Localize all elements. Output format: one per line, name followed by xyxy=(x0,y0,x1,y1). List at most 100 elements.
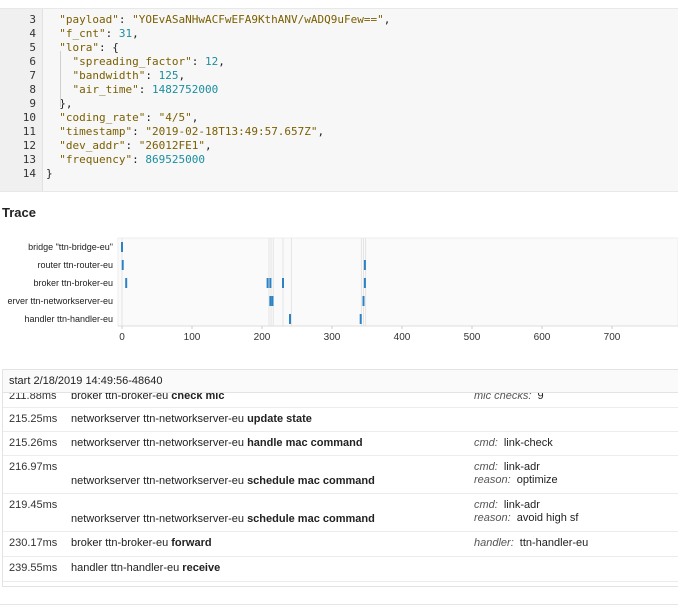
trace-event-mark xyxy=(269,278,272,288)
code-line: 12 "dev_addr": "26012FE1", xyxy=(0,139,678,153)
event-meta: handler: ttn-handler-eu xyxy=(474,537,588,549)
event-source: networkserver ttn-networkserver-eu xyxy=(71,513,248,525)
event-source: networkserver ttn-networkserver-eu xyxy=(71,436,248,449)
event-description: networkserver ttn-networkserver-eu handl… xyxy=(71,437,363,449)
trace-event-mark xyxy=(282,278,284,288)
event-row[interactable]: 215.26ms networkserver ttn-networkserver-… xyxy=(3,431,678,456)
x-tick-label: 100 xyxy=(184,332,201,343)
code-line: 11 "timestamp": "2019-02-18T13:49:57.657… xyxy=(0,125,678,139)
line-number: 12 xyxy=(22,139,36,152)
event-meta: mic checks: 9 xyxy=(474,393,544,402)
event-meta-value: ttn-handler-eu xyxy=(519,537,589,549)
code-line: 6 "spreading_factor": 12, xyxy=(0,55,678,69)
event-description: networkserver ttn-networkserver-eu sched… xyxy=(71,513,375,525)
event-meta: reason: optimize xyxy=(474,474,558,486)
code-text: "bandwidth": 125, xyxy=(72,69,186,82)
line-number: 5 xyxy=(29,41,36,54)
line-number: 3 xyxy=(29,13,36,26)
divider xyxy=(0,604,678,605)
trace-chart: bridge "ttn-bridge-eu" router ttn-router-… xyxy=(7,237,678,343)
code-text: "payload": "YOEvASaNHwACFwEFA9KthANV/wAD… xyxy=(59,13,391,26)
event-description: handler ttn-handler-eu receive xyxy=(71,562,220,574)
event-meta-key: cmd: xyxy=(474,461,498,473)
code-text: "spreading_factor": 12, xyxy=(72,55,225,68)
line-number: 13 xyxy=(22,153,36,166)
x-tick-label: 400 xyxy=(394,332,411,343)
event-meta: cmd: link-check xyxy=(474,437,553,449)
event-meta: reason: avoid high sf xyxy=(474,512,578,524)
trace-heading: Trace xyxy=(2,205,36,220)
event-time: 215.26ms xyxy=(9,436,58,449)
trace-event-mark xyxy=(363,278,366,288)
event-meta-key: reason: xyxy=(474,512,511,524)
trace-event-mark xyxy=(271,296,274,306)
event-description: broker ttn-broker-eu check mic xyxy=(71,393,224,402)
indent-guide xyxy=(60,51,61,107)
code-text: "timestamp": "2019-02-18T13:49:57.657Z", xyxy=(59,125,325,138)
event-meta-value: link-adr xyxy=(503,499,540,511)
code-line: 4 "f_cnt": 31, xyxy=(0,27,678,41)
trace-row-label: router ttn-router-eu xyxy=(37,260,113,270)
event-action: forward xyxy=(171,537,212,549)
code-line: 5 "lora": { xyxy=(0,41,678,55)
code-line: 10 "coding_rate": "4/5", xyxy=(0,111,678,125)
event-action: schedule mac command xyxy=(247,513,375,525)
event-time: 216.97ms xyxy=(9,461,58,473)
plot-area xyxy=(117,237,678,327)
x-tick-label: 600 xyxy=(534,332,551,343)
code-text: "frequency": 869525000 xyxy=(59,153,205,166)
event-action: receive xyxy=(182,562,221,574)
x-tick-label: 700 xyxy=(604,332,621,343)
event-meta-key: mic checks: xyxy=(474,393,532,402)
event-row[interactable]: 215.25ms networkserver ttn-networkserver-… xyxy=(3,407,678,432)
event-meta-value: link-adr xyxy=(503,461,540,473)
event-source: networkserver ttn-networkserver-eu xyxy=(71,475,248,487)
line-number: 14 xyxy=(22,167,36,180)
trace-event-mark xyxy=(125,278,128,288)
event-source: broker ttn-broker-eu xyxy=(71,393,172,402)
event-meta: cmd: link-adr xyxy=(474,499,540,511)
line-number: 8 xyxy=(29,83,36,96)
event-meta-key: cmd: xyxy=(474,499,498,511)
event-meta-key: cmd: xyxy=(474,436,498,449)
event-time: 230.17ms xyxy=(9,537,58,549)
event-row[interactable]: 216.97ms networkserver ttn-networkserver-… xyxy=(3,455,678,494)
line-number: 9 xyxy=(29,97,36,110)
trace-event-mark xyxy=(359,314,362,324)
event-action: update state xyxy=(247,412,312,425)
trace-row-label: handler ttn-handler-eu xyxy=(24,314,113,324)
event-source: handler ttn-handler-eu xyxy=(71,562,183,574)
trace-row-label: erver ttn-networkserver-eu xyxy=(7,296,113,306)
trace-event-mark xyxy=(266,278,269,288)
code-text: "air_time": 1482752000 xyxy=(72,83,219,96)
trace-event-mark xyxy=(362,296,365,306)
trace-event-mark xyxy=(363,260,366,270)
code-text: "lora": { xyxy=(59,41,119,54)
event-description: networkserver ttn-networkserver-eu sched… xyxy=(71,475,375,487)
code-line: 3 "payload": "YOEvASaNHwACFwEFA9KthANV/w… xyxy=(0,13,678,27)
trace-row-label: bridge "ttn-bridge-eu" xyxy=(28,242,113,252)
x-tick-label: 300 xyxy=(324,332,341,343)
line-number: 11 xyxy=(22,125,36,138)
event-meta-key: handler: xyxy=(474,537,514,549)
trace-event-mark xyxy=(121,260,124,270)
x-tick-label: 200 xyxy=(254,332,271,343)
event-meta: cmd: link-adr xyxy=(474,461,540,473)
trace-event-mark xyxy=(289,314,291,324)
event-description: networkserver ttn-networkserver-eu updat… xyxy=(71,413,312,425)
trace-row-label: broker ttn-broker-eu xyxy=(33,278,113,288)
event-row[interactable]: 219.45ms networkserver ttn-networkserver-… xyxy=(3,493,678,532)
line-number: 4 xyxy=(29,27,36,40)
event-meta-key: reason: xyxy=(474,474,511,486)
json-code-viewer: 3 "payload": "YOEvASaNHwACFwEFA9KthANV/w… xyxy=(0,8,678,192)
code-text: "f_cnt": 31, xyxy=(59,27,139,40)
events-list[interactable]: 211.88ms broker ttn-broker-eu check mic mi… xyxy=(3,393,678,586)
event-time: 219.45ms xyxy=(9,499,58,511)
event-row[interactable]: 239.55ms handler ttn-handler-eu receive xyxy=(3,556,678,582)
x-tick-label: 500 xyxy=(464,332,481,343)
events-start-label: start 2/18/2019 14:49:56-48640 xyxy=(3,370,678,393)
event-row[interactable]: 230.17ms broker ttn-broker-eu forward hand… xyxy=(3,531,678,557)
event-row[interactable]: 211.88ms broker ttn-broker-eu check mic mi… xyxy=(3,393,678,408)
event-action: check mic xyxy=(171,393,225,402)
line-number: 10 xyxy=(22,111,36,124)
